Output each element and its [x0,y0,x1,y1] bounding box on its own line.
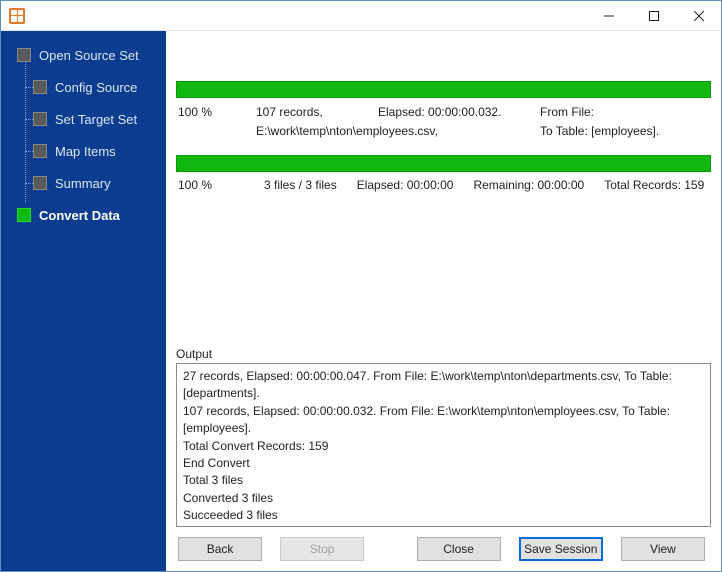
output-line: 27 records, Elapsed: 00:00:00.047. From … [183,368,704,403]
save-session-button[interactable]: Save Session [519,537,603,561]
file-progress-elapsed: Elapsed: 00:00:00.032. [378,104,528,121]
file-progress-from-value: E:\work\temp\nton\employees.csv, [256,123,528,140]
sidebar-item-label: Summary [55,176,111,191]
total-progress-elapsed: Elapsed: 00:00:00 [357,178,454,192]
minimize-button[interactable] [586,1,631,31]
view-button[interactable]: View [621,537,705,561]
step-icon [33,112,47,126]
output-line: Total 3 files [183,472,704,489]
sidebar-item-set-target-set[interactable]: Set Target Set [1,103,166,135]
total-progress-info: 100 % 3 files / 3 files Elapsed: 00:00:0… [176,176,711,200]
file-progress-percent: 100 % [178,104,244,121]
step-icon [17,208,31,222]
main-panel: 100 % 107 records, Elapsed: 00:00:00.032… [166,31,721,571]
step-icon [33,80,47,94]
step-icon [33,176,47,190]
file-progress-section: 100 % 107 records, Elapsed: 00:00:00.032… [176,81,711,149]
sidebar-item-label: Map Items [55,144,116,159]
sidebar-item-label: Convert Data [39,208,120,223]
output-label: Output [176,347,711,361]
file-progress-bar [176,81,711,98]
total-progress-remaining: Remaining: 00:00:00 [473,178,584,192]
total-progress-bar [176,155,711,172]
close-button[interactable] [676,1,721,31]
file-progress-from-label: From File: [540,104,709,121]
sidebar-item-map-items[interactable]: Map Items [1,135,166,167]
sidebar-item-label: Set Target Set [55,112,137,127]
sidebar: Open Source Set Config Source Set Target… [1,31,166,571]
file-progress-info: 100 % 107 records, Elapsed: 00:00:00.032… [176,102,711,149]
total-progress-files: 3 files / 3 files [264,178,337,192]
close-wizard-button[interactable]: Close [417,537,501,561]
step-tree: Open Source Set Config Source Set Target… [1,39,166,231]
back-button[interactable]: Back [178,537,262,561]
output-line: End Convert [183,455,704,472]
output-line: Total Convert Records: 159 [183,438,704,455]
output-log[interactable]: 27 records, Elapsed: 00:00:00.047. From … [176,363,711,527]
sidebar-item-open-source-set[interactable]: Open Source Set [1,39,166,71]
maximize-button[interactable] [631,1,676,31]
stop-button: Stop [280,537,364,561]
sidebar-item-summary[interactable]: Summary [1,167,166,199]
app-icon [9,8,25,24]
window-controls [586,1,721,31]
sidebar-item-label: Config Source [55,80,137,95]
step-icon [17,48,31,62]
output-line: 107 records, Elapsed: 00:00:00.032. From… [183,403,704,438]
file-progress-to-table: To Table: [employees]. [540,123,709,140]
output-line: Succeeded 3 files [183,507,704,524]
sidebar-item-config-source[interactable]: Config Source [1,71,166,103]
step-icon [33,144,47,158]
total-progress-section: 100 % 3 files / 3 files Elapsed: 00:00:0… [176,155,711,200]
total-progress-total: Total Records: 159 [604,178,704,192]
file-progress-records: 107 records, [256,104,366,121]
sidebar-item-convert-data[interactable]: Convert Data [1,199,166,231]
titlebar [1,1,721,31]
output-line: Converted 3 files [183,490,704,507]
sidebar-item-label: Open Source Set [39,48,139,63]
button-bar: Back Stop Close Save Session View [166,527,721,571]
total-progress-percent: 100 % [178,178,244,192]
